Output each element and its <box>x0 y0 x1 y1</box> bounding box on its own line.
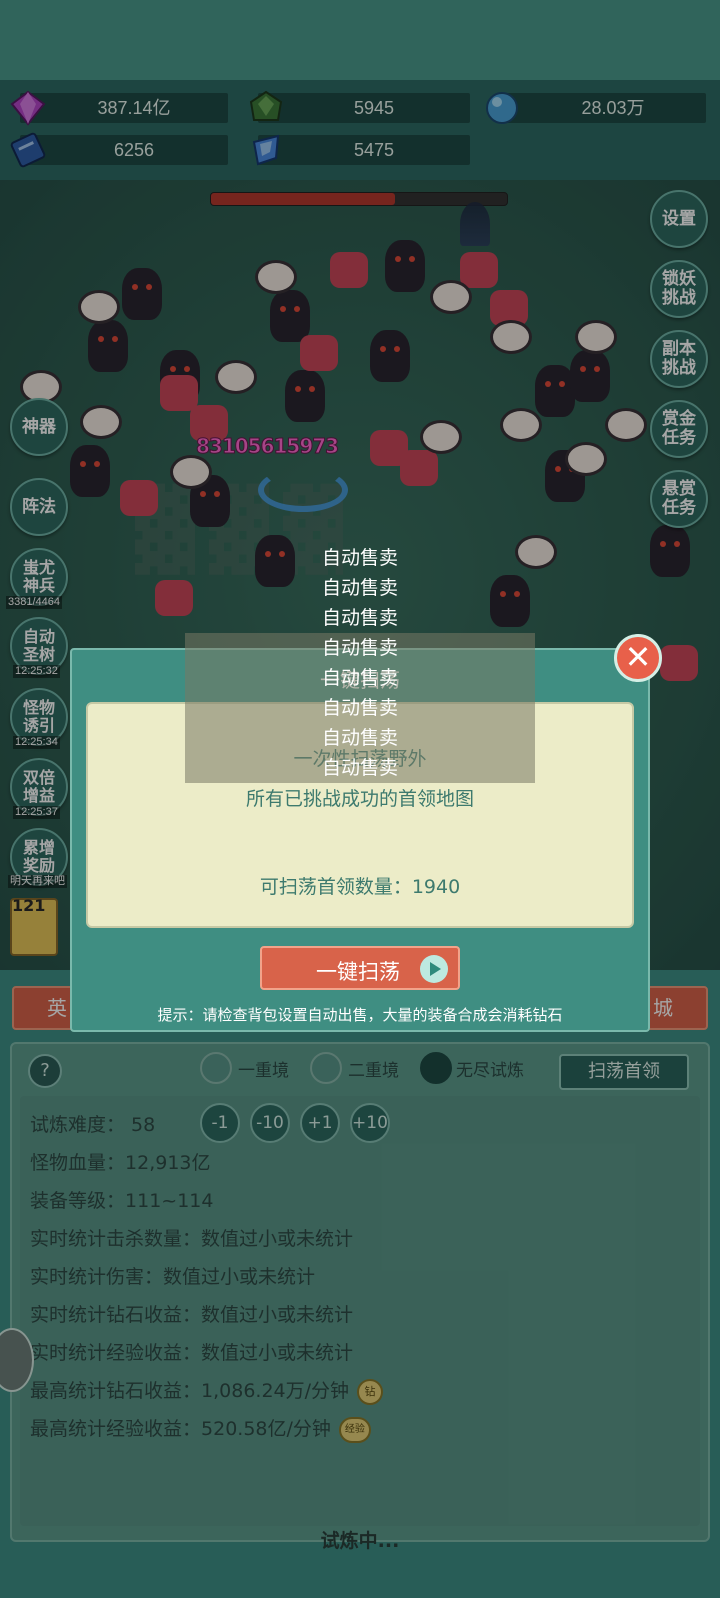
button-label: 一键扫荡 <box>316 960 400 984</box>
sweep-count: 可扫荡首领数量：1940 <box>259 876 461 898</box>
dialog-line-2: 所有已挑战成功的首领地图 <box>245 788 474 810</box>
auto-sell-log: 自动售卖 自动售卖 自动售卖 自动售卖 自动售卖 自动售卖 自动售卖 自动售卖 <box>185 543 535 783</box>
sell-log-line: 自动售卖 <box>321 547 398 569</box>
sell-log-line: 自动售卖 <box>185 753 535 783</box>
dialog-hint: 提示：请检查背包设置自动出售，大量的装备合成会消耗钻石 <box>157 1006 563 1024</box>
sell-log-line: 自动售卖 <box>185 723 535 753</box>
sell-log-line: 自动售卖 <box>185 633 535 663</box>
one-key-sweep-button[interactable]: 一键扫荡 <box>260 946 460 990</box>
sell-log-line: 自动售卖 <box>321 607 398 629</box>
sell-log-line: 自动售卖 <box>185 693 535 723</box>
close-icon[interactable]: ✕ <box>614 634 662 682</box>
play-icon <box>420 955 448 983</box>
sell-log-line: 自动售卖 <box>321 577 398 599</box>
sell-log-line: 自动售卖 <box>185 663 535 693</box>
